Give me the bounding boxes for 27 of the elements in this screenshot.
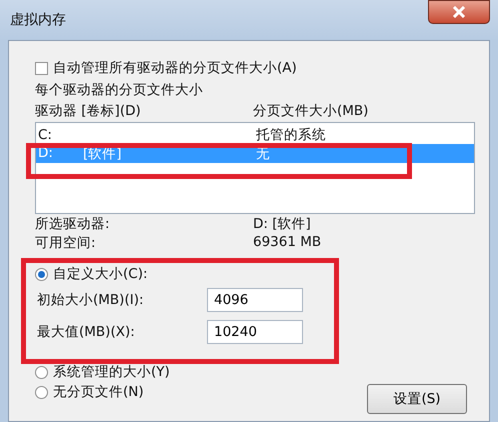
input-field[interactable]: 4096: [207, 288, 303, 312]
radio-button[interactable]: [35, 386, 48, 398]
radio-label: 系统管理的大小(Y): [53, 363, 170, 381]
info-value: D: [软件]: [253, 215, 311, 233]
info-label: 可用空间:: [35, 234, 97, 252]
checkbox[interactable]: [35, 62, 48, 74]
info-value: 69361 MB: [253, 234, 322, 252]
radio-label: 自定义大小(C):: [53, 265, 148, 283]
input-field[interactable]: 10240: [207, 320, 303, 344]
volume-label: [软件]: [82, 144, 122, 162]
checkbox-label: 自动管理所有驱动器的分页文件大小(A): [53, 59, 297, 77]
info-label: 所选驱动器:: [35, 215, 111, 233]
close-button[interactable]: [428, 0, 490, 24]
set-button[interactable]: 设置(S): [367, 384, 467, 414]
radio-button[interactable]: [35, 366, 48, 378]
close-icon: [452, 6, 466, 18]
radio-button[interactable]: [35, 268, 48, 280]
field-label: 初始大小(MB)(I):: [37, 291, 145, 309]
radio-label: 无分页文件(N): [53, 383, 144, 401]
drive-row[interactable]: C: 托管的系统: [36, 125, 474, 144]
group-title: 每个驱动器的分页文件大小: [35, 81, 204, 99]
page-file-size: 托管的系统: [256, 126, 326, 144]
column-header: 分页文件大小(MB): [253, 102, 368, 120]
column-header: 驱动器 [卷标](D): [35, 102, 142, 120]
drive-letter: C:: [38, 126, 52, 142]
window-title: 虚拟内存: [9, 11, 66, 29]
field-label: 最大值(MB)(X):: [37, 323, 136, 341]
